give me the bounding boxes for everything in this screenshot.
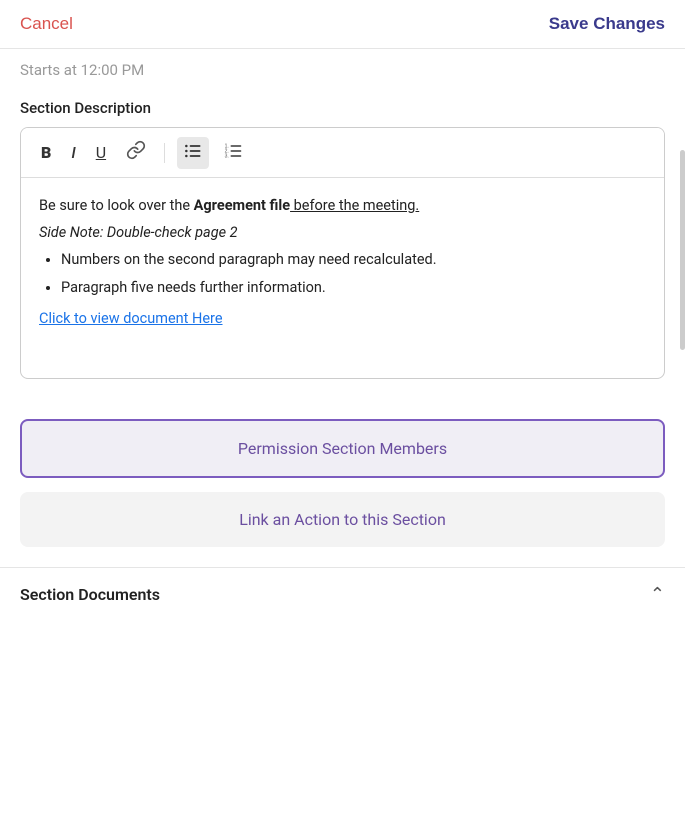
section-documents-header[interactable]: Section Documents ⌃ <box>20 584 665 605</box>
section-documents-area: Section Documents ⌃ <box>0 567 685 621</box>
main-content: Section Description B I U <box>0 83 685 419</box>
svg-text:3.: 3. <box>225 153 229 159</box>
content-line2-italic: Side Note: Double-check page 2 <box>39 221 646 244</box>
document-link[interactable]: Click to view document Here <box>39 310 223 327</box>
chevron-up-icon: ⌃ <box>650 584 665 605</box>
link-action-button[interactable]: Link an Action to this Section <box>20 492 665 547</box>
subheader-time: Starts at 12:00 PM <box>0 49 685 83</box>
bullet-list-button[interactable] <box>177 137 209 169</box>
italic-button[interactable]: I <box>65 139 81 166</box>
list-item-2: Paragraph five needs further information… <box>61 276 646 299</box>
permission-section-members-button[interactable]: Permission Section Members <box>20 419 665 478</box>
cancel-button[interactable]: Cancel <box>20 14 73 34</box>
underline-button[interactable]: U <box>90 139 112 166</box>
section-description-label: Section Description <box>20 99 665 117</box>
bold-button[interactable]: B <box>35 139 57 166</box>
editor-toolbar: B I U <box>21 128 664 178</box>
scroll-indicator <box>680 150 685 350</box>
action-buttons-area: Permission Section Members Link an Actio… <box>0 419 685 567</box>
numbered-list-button[interactable]: 1. 2. 3. <box>217 137 249 169</box>
rich-text-editor: B I U <box>20 127 665 379</box>
editor-content-area[interactable]: Be sure to look over the Agreement file … <box>21 178 664 378</box>
header-bar: Cancel Save Changes <box>0 0 685 49</box>
toolbar-separator <box>164 143 165 163</box>
starts-at-label: Starts at 12:00 PM <box>20 61 144 79</box>
content-list: Numbers on the second paragraph may need… <box>61 248 646 298</box>
save-changes-button[interactable]: Save Changes <box>549 14 665 34</box>
content-line1: Be sure to look over the Agreement file … <box>39 194 646 217</box>
section-documents-title: Section Documents <box>20 585 160 604</box>
list-item-1: Numbers on the second paragraph may need… <box>61 248 646 271</box>
link-button[interactable] <box>120 136 152 169</box>
